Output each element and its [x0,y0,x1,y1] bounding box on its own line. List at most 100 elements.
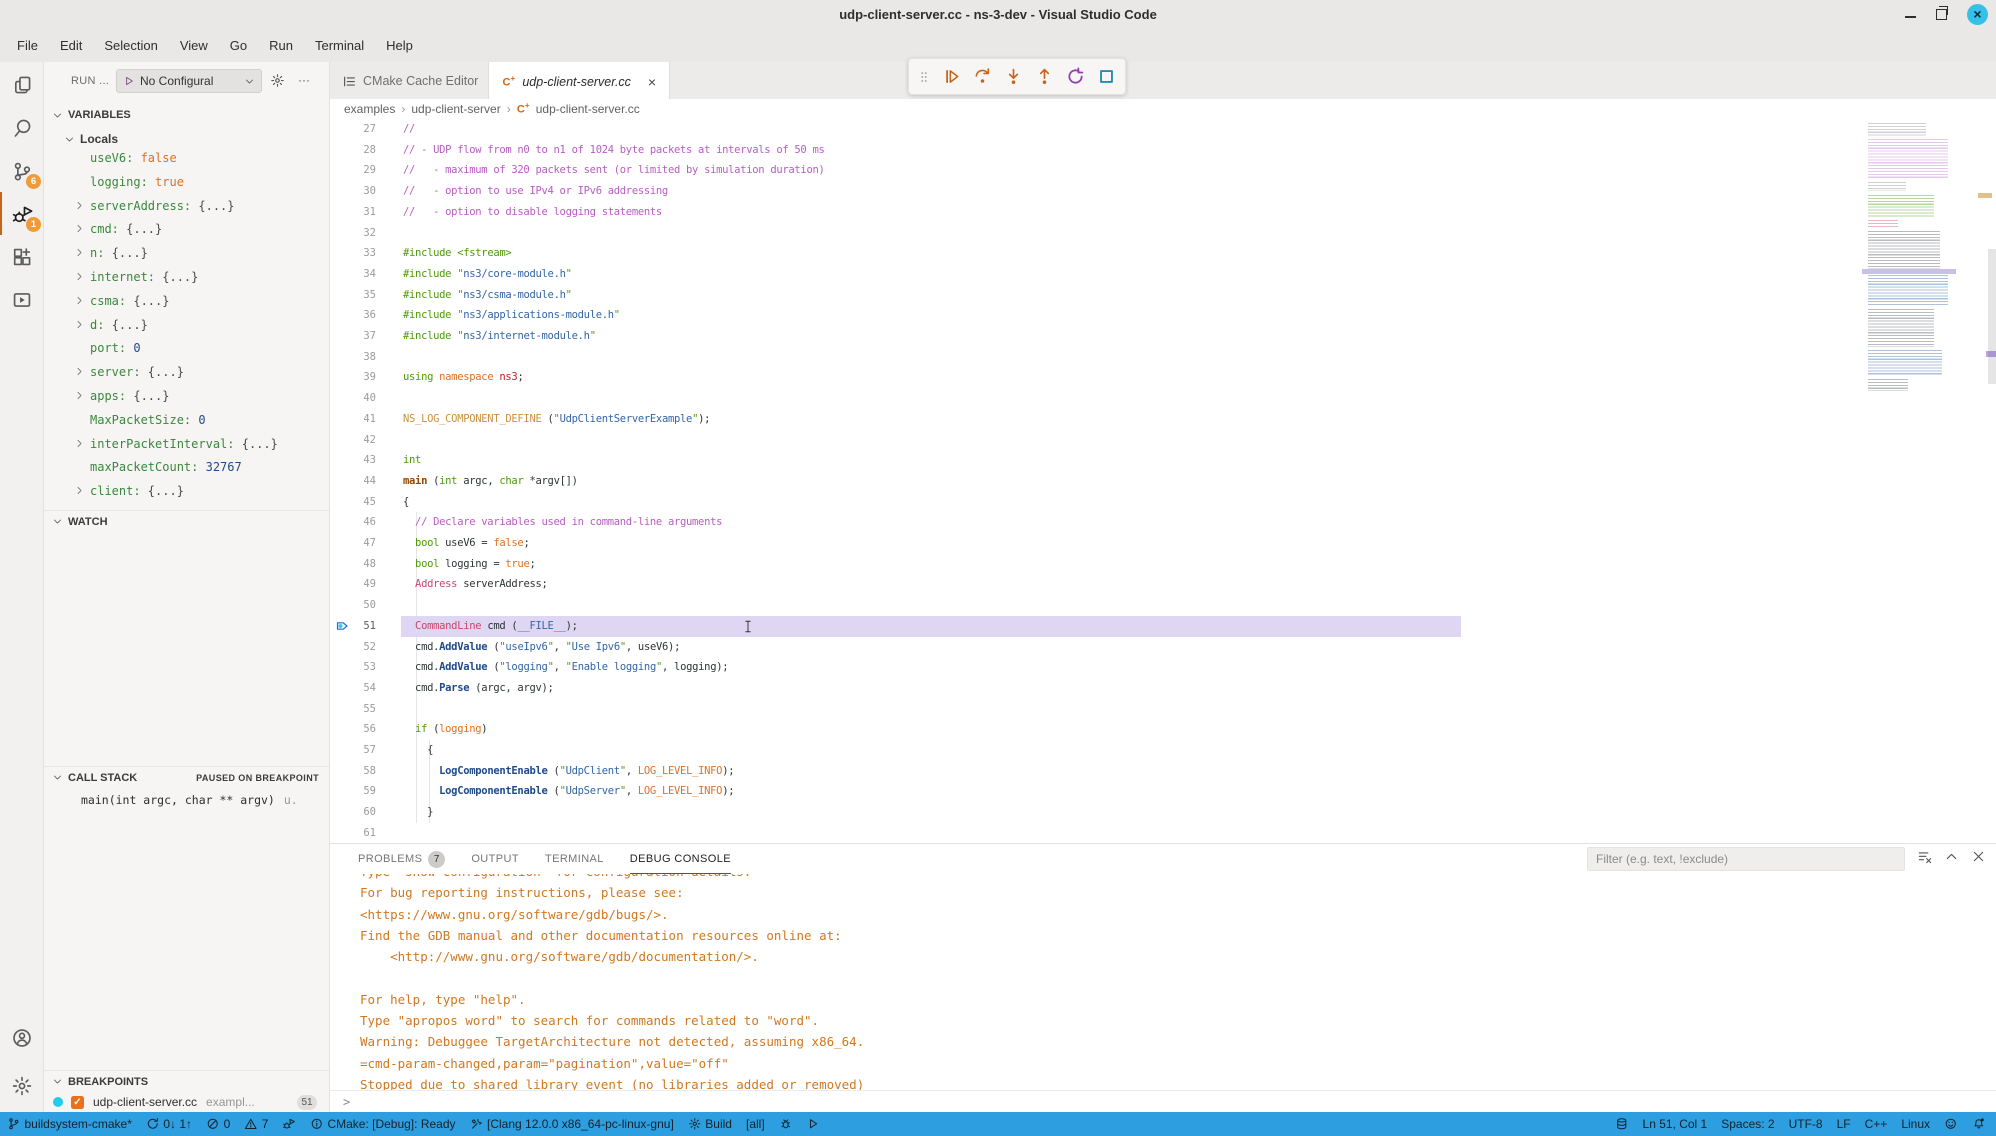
drag-grip-icon[interactable] [917,70,931,84]
activity-item-source-control[interactable]: 6 [0,149,44,192]
chevron-right-icon[interactable] [74,438,85,449]
code-line[interactable]: 49 Address serverAddress; [330,574,1996,595]
close-icon[interactable]: × [645,75,659,89]
code-line[interactable]: 31// - option to disable logging stateme… [330,202,1996,223]
line-number[interactable]: 52 [334,637,376,658]
close-button[interactable]: × [1967,4,1988,25]
line-number[interactable]: 36 [334,305,376,326]
chevron-right-icon[interactable] [74,390,85,401]
code-line[interactable]: 60 } [330,802,1996,823]
code-line[interactable]: 36#include "ns3/applications-module.h" [330,305,1996,326]
breakpoint-checkbox[interactable]: ✓ [71,1096,84,1109]
code-line[interactable]: 52 cmd.AddValue ("useIpv6", "Use Ipv6", … [330,637,1996,658]
breadcrumb-item[interactable]: udp-client-server [411,102,500,116]
breadcrumb-item[interactable]: examples [344,102,395,116]
activity-item-run-and-debug[interactable]: 1 [0,192,44,235]
code-line[interactable]: 27// [330,119,1996,140]
code-line[interactable]: 42 [330,430,1996,451]
activity-item-cmake[interactable] [0,278,44,321]
menu-item-run[interactable]: Run [258,28,304,62]
variable-row[interactable]: cmd: {...} [44,217,329,241]
status-launch-target[interactable] [799,1112,827,1136]
variable-row[interactable]: logging: true [44,170,329,194]
chevron-right-icon[interactable] [74,223,85,234]
line-number[interactable]: 33 [334,243,376,264]
chevron-right-icon[interactable] [74,295,85,306]
status-notifications[interactable] [1965,1112,1993,1136]
status-cmake-kit[interactable]: [Clang 12.0.0 x86_64-pc-linux-gnu] [463,1112,681,1136]
step-out-button[interactable] [1033,66,1055,88]
code-line[interactable]: 28// - UDP flow from n0 to n1 of 1024 by… [330,140,1996,161]
status-git-branch[interactable]: buildsystem-cmake* [0,1112,139,1136]
variable-row[interactable]: useV6: false [44,146,329,170]
line-number[interactable]: 34 [334,264,376,285]
code-line[interactable]: 55 [330,699,1996,720]
close-panel-button[interactable] [1971,849,1986,869]
variable-row[interactable]: interPacketInterval: {...} [44,432,329,456]
variable-row[interactable]: server: {...} [44,360,329,384]
code-line[interactable]: 50 [330,595,1996,616]
code-line[interactable]: 56 if (logging) [330,719,1996,740]
menu-item-selection[interactable]: Selection [93,28,168,62]
line-number[interactable]: 56 [334,719,376,740]
start-debugging-icon[interactable] [123,75,135,87]
step-over-button[interactable] [971,66,993,88]
variable-row[interactable]: serverAddress: {...} [44,194,329,218]
line-number[interactable]: 49 [334,574,376,595]
code-line[interactable]: 34#include "ns3/core-module.h" [330,264,1996,285]
activity-item-search[interactable] [0,106,44,149]
status-encoding[interactable]: UTF-8 [1782,1112,1830,1136]
line-number[interactable]: 31 [334,202,376,223]
editor-tab-udp-client-server-cc[interactable]: C+udp-client-server.cc× [489,62,670,101]
line-number[interactable]: 38 [334,347,376,368]
line-number[interactable]: 40 [334,388,376,409]
chevron-right-icon[interactable] [74,200,85,211]
code-line[interactable]: 30// - option to use IPv4 or IPv6 addres… [330,181,1996,202]
line-number[interactable]: 28 [334,140,376,161]
panel-tab-terminal[interactable]: TERMINAL [545,844,604,874]
line-number[interactable]: 27 [334,119,376,140]
continue-button[interactable] [940,66,962,88]
panel-tab-output[interactable]: OUTPUT [471,844,519,874]
activity-item-accounts[interactable] [0,1014,44,1062]
call-stack-section-header[interactable]: CALL STACK PAUSED ON BREAKPOINT [44,766,329,788]
variable-row[interactable]: csma: {...} [44,289,329,313]
line-number[interactable]: 61 [334,823,376,843]
restore-button[interactable] [1936,9,1947,20]
code-line[interactable]: 35#include "ns3/csma-module.h" [330,285,1996,306]
chevron-right-icon[interactable] [74,485,85,496]
code-line[interactable]: 37#include "ns3/internet-module.h" [330,326,1996,347]
line-number[interactable]: 39 [334,367,376,388]
activity-item-explorer[interactable] [0,63,44,106]
breakpoint-item[interactable]: ✓ udp-client-server.cc exampl... 51 [44,1092,329,1112]
gear-icon[interactable] [270,73,285,88]
code-line[interactable]: 40 [330,388,1996,409]
status-warnings[interactable]: 7 [237,1112,275,1136]
line-number[interactable]: 37 [334,326,376,347]
code-line[interactable]: 44main (int argc, char *argv[]) [330,471,1996,492]
code-editor[interactable]: 27//28// - UDP flow from n0 to n1 of 102… [330,119,1996,843]
line-number[interactable]: 44 [334,471,376,492]
line-number[interactable]: 48 [334,554,376,575]
menu-item-terminal[interactable]: Terminal [304,28,375,62]
status-sync[interactable]: 0↓ 1↑ [139,1112,199,1136]
code-line[interactable]: 32 [330,223,1996,244]
variable-row[interactable]: apps: {...} [44,384,329,408]
status-cmake-status[interactable]: CMake: [Debug]: Ready [303,1112,463,1136]
status-debug-target[interactable] [772,1112,800,1136]
code-line[interactable]: 57 { [330,740,1996,761]
panel-tab-problems[interactable]: PROBLEMS7 [358,844,445,874]
code-line[interactable]: 38 [330,347,1996,368]
line-number[interactable]: 35 [334,285,376,306]
code-line[interactable]: 46 // Declare variables used in command-… [330,512,1996,533]
menu-item-edit[interactable]: Edit [49,28,93,62]
code-line[interactable]: 39using namespace ns3; [330,367,1996,388]
status-database[interactable] [1608,1112,1636,1136]
console-filter-input[interactable] [1587,847,1905,871]
variable-row[interactable]: MaxPacketSize: 0 [44,408,329,432]
status-language-mode[interactable]: C++ [1858,1112,1895,1136]
code-line[interactable]: 59 LogComponentEnable ("UdpServer", LOG_… [330,781,1996,802]
variable-row[interactable]: maxPacketCount: 32767 [44,455,329,479]
status-cmake-build[interactable]: Build [681,1112,739,1136]
code-line[interactable]: 58 LogComponentEnable ("UdpClient", LOG_… [330,761,1996,782]
